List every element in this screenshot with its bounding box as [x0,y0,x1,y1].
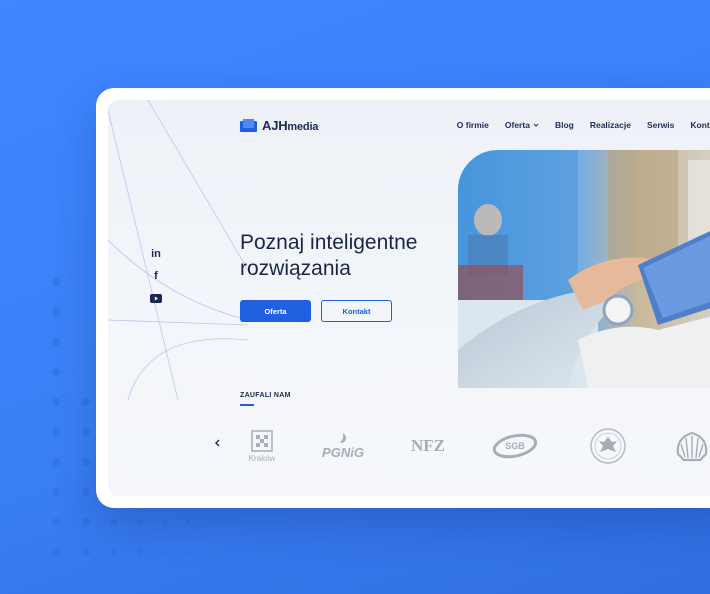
linkedin-icon[interactable]: in [150,248,162,260]
facebook-icon[interactable]: f [150,270,162,282]
trusted-label: ZAUFALI NAM [240,392,291,399]
client-logos: Kraków PGNiG NFZ SGB [236,422,710,470]
book-logo-icon [240,119,257,132]
kontakt-button[interactable]: Kontakt [321,300,392,322]
sgb-logo: SGB [480,422,550,470]
brand-name: AJHmedia [262,118,319,133]
hero-title: Poznaj inteligentne rozwiązania [240,230,470,282]
nav-item-kontakt[interactable]: Kontakt [690,120,710,130]
nav-item-serwis[interactable]: Serwis [647,120,674,130]
sgb-text: SGB [505,441,525,451]
social-links: in f [150,248,162,304]
eagle-emblem-icon [590,428,626,464]
website-screen: AJHmedia O firmie Oferta Blog Realizacje… [108,100,710,496]
nav-item-oferta[interactable]: Oferta [505,120,539,130]
hero-title-line-2: rozwiązania [240,257,351,280]
main-nav: O firmie Oferta Blog Realizacje Serwis K… [457,120,710,130]
oferta-button[interactable]: Oferta [240,300,311,322]
pgnig-text: PGNiG [322,444,364,460]
emblem-logo [578,422,638,470]
youtube-icon[interactable] [150,292,162,304]
nfz-text: NFZ [411,436,445,455]
krakow-caption: Kraków [248,453,276,463]
shell-logo [662,422,710,470]
browser-card: AJHmedia O firmie Oferta Blog Realizacje… [96,88,710,508]
nav-item-o-firmie[interactable]: O firmie [457,120,489,130]
nav-item-realizacje[interactable]: Realizacje [590,120,631,130]
brand-logo[interactable]: AJHmedia [240,118,318,133]
chevron-down-icon [533,123,539,127]
decorative-lines [108,100,248,400]
nav-item-blog[interactable]: Blog [555,120,574,130]
hero-title-line-1: Poznaj inteligentne [240,231,418,254]
nfz-logo: NFZ [398,422,458,470]
krakow-logo: Kraków [236,422,288,470]
krakow-crest-icon [251,429,273,452]
hero-photo [458,150,710,388]
shell-icon [676,431,708,462]
chevron-left-icon[interactable] [214,438,222,448]
trusted-underline [240,404,254,406]
nav-item-oferta-label: Oferta [504,120,530,130]
pgnig-logo: PGNiG [308,422,378,470]
flame-icon [340,432,347,443]
